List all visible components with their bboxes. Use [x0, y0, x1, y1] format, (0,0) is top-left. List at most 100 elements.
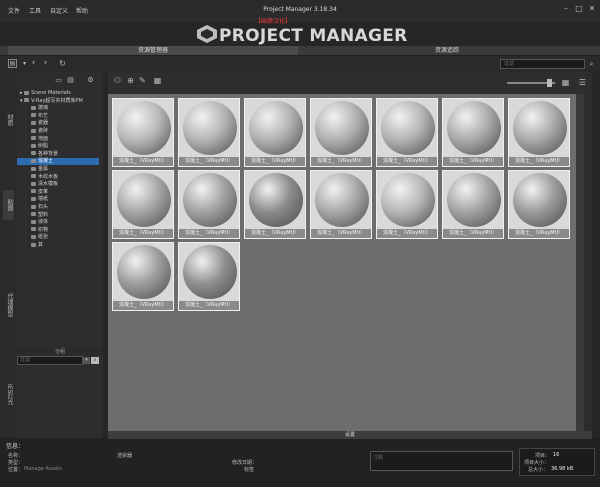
tree-item[interactable]: 地面 [17, 136, 99, 143]
tree-item[interactable]: 皮革 [17, 189, 99, 196]
menu-tools[interactable]: 工具 [29, 6, 41, 15]
tab-asset-browser[interactable]: 资源管理器 [8, 46, 298, 55]
tree-item-label: 各种背景 [38, 150, 59, 157]
layout-icon[interactable]: ▤ [66, 76, 75, 85]
assign-material-icon[interactable]: ⚇ [113, 76, 122, 85]
tree-item[interactable]: 玻璃 [17, 105, 99, 112]
stat-total-size-value: 36.98 kB [551, 466, 574, 472]
sort-menu-icon[interactable]: ☰ [578, 78, 587, 87]
search-icon[interactable]: ⌕ [587, 60, 596, 69]
edit-material-icon[interactable]: ✎ [138, 76, 147, 85]
tree-item[interactable]: 布艺 [17, 113, 99, 120]
tree-item[interactable]: 墙纸 [17, 196, 99, 203]
material-tile[interactable]: 混凝土_（VRayMtl） [178, 98, 240, 167]
tree-item[interactable]: 树脂 [17, 143, 99, 150]
settings-bar[interactable]: 设置 [108, 431, 592, 439]
tree-item-label: 清水模板 [38, 181, 59, 188]
tree-item-label: 金属 [38, 166, 49, 172]
material-tile[interactable]: 混凝土_（VRayMtl） [508, 170, 570, 239]
tree-item-label: 混凝土 [38, 158, 54, 165]
material-tile[interactable]: 混凝土_（VRayMtl） [310, 98, 372, 167]
tree-item[interactable]: 瓷砖 [17, 128, 99, 135]
material-tile[interactable]: 混凝土_（VRayMtl） [112, 242, 174, 311]
tree-item[interactable]: ▾ V-Ray超写实材质库PM [17, 98, 99, 105]
material-label: 混凝土_（VRayMtl） [311, 157, 371, 166]
tree-item-label: Scene Materials [31, 90, 71, 96]
tree-item[interactable]: 混凝土 [17, 158, 99, 166]
material-tile[interactable]: 混凝土_（VRayMtl） [508, 98, 570, 167]
grid-scrollbar[interactable] [576, 94, 584, 431]
back-arrow-icon[interactable]: ‹ [29, 59, 38, 68]
material-tile[interactable]: 混凝土_（VRayMtl） [244, 170, 306, 239]
material-tile[interactable]: 混凝土_（VRayMtl） [112, 98, 174, 167]
material-label: 混凝土_（VRayMtl） [377, 229, 437, 238]
menu-help[interactable]: 帮助 [76, 6, 88, 15]
material-preview-sphere [249, 101, 303, 155]
side-tab-maps[interactable]: 贴图 [3, 190, 14, 220]
material-preview-sphere [117, 245, 171, 299]
panel-toggle-icon[interactable]: ▤ [8, 59, 17, 68]
material-tile[interactable]: 混凝土_（VRayMtl） [442, 170, 504, 239]
search-input[interactable]: 过滤 [500, 59, 585, 69]
render-preview-icon[interactable]: ▦ [153, 76, 162, 85]
grid-view-icon[interactable]: ▦ [561, 78, 570, 87]
material-preview-sphere [381, 173, 435, 227]
tree-item[interactable]: 其 [17, 242, 99, 249]
right-collapse-strip[interactable] [592, 72, 600, 438]
side-tab-materials[interactable]: 材质 [3, 105, 14, 135]
maximize-button[interactable]: □ [574, 4, 584, 14]
menu-customize[interactable]: 自定义 [50, 6, 68, 15]
material-tile[interactable]: 混凝土_（VRayMtl） [376, 98, 438, 167]
filter-options-icon[interactable]: ▾ [83, 357, 90, 364]
material-tile[interactable]: 混凝土_（VRayMtl） [178, 242, 240, 311]
material-label: 混凝土_（VRayMtl） [179, 229, 239, 238]
material-tile[interactable]: 混凝土_（VRayMtl） [112, 170, 174, 239]
material-preview-sphere [447, 101, 501, 155]
tree-item[interactable]: 木纹木板 [17, 174, 99, 181]
info-location-label: 位置： [8, 467, 24, 473]
close-button[interactable]: ✕ [587, 4, 597, 14]
gear-icon[interactable]: ⚙ [86, 76, 95, 85]
material-label: 混凝土_（VRayMtl） [443, 229, 503, 238]
material-thumbnail-grid: 混凝土_（VRayMtl） 混凝土_（VRayMtl） 混凝土_（VRayMtl） 混… [108, 94, 576, 431]
tree-item-label: 木纹木板 [38, 173, 59, 180]
info-tag-label: 标签 [244, 467, 255, 473]
tree-item[interactable]: 瓷器 [17, 120, 99, 127]
side-tab-proxies[interactable]: 代理模型 [3, 285, 14, 325]
material-preview-sphere [381, 101, 435, 155]
forward-arrow-icon[interactable]: › [41, 59, 50, 68]
material-preview-sphere [183, 101, 237, 155]
refresh-icon[interactable]: ↻ [58, 59, 67, 68]
material-tile[interactable]: 混凝土_（VRayMtl） [244, 98, 306, 167]
material-tile[interactable]: 混凝土_（VRayMtl） [310, 170, 372, 239]
tree-item[interactable]: 织物 [17, 227, 99, 234]
tree-filter-input[interactable]: 过滤 [17, 356, 83, 365]
tree-item-label: 玻璃 [38, 105, 49, 112]
folder-icon [31, 128, 36, 133]
minimize-button[interactable]: – [561, 4, 571, 14]
new-folder-icon[interactable]: ▭ [54, 76, 63, 85]
folder-icon [31, 166, 36, 171]
side-tab-ies-lights[interactable]: IES灯光 [3, 375, 14, 415]
tree-item[interactable]: 石头 [17, 204, 99, 211]
filter-search-icon[interactable]: ⌕ [91, 357, 99, 364]
tab-asset-tracking[interactable]: 资源追踪 [302, 46, 592, 55]
menu-file[interactable]: 文件 [8, 6, 20, 15]
tree-item[interactable]: ▸ Scene Materials [17, 90, 99, 97]
thumbnail-size-slider[interactable] [507, 79, 555, 87]
material-tile[interactable]: 混凝土_（VRayMtl） [376, 170, 438, 239]
tree-item[interactable]: 金属 [17, 166, 99, 173]
tree-item[interactable]: 纸张 [17, 234, 99, 241]
tree-item[interactable]: 清水模板 [17, 181, 99, 188]
add-material-icon[interactable]: ⊕ [126, 76, 135, 85]
tree-item[interactable]: 塑料 [17, 212, 99, 219]
tree-item[interactable]: 各种背景 [17, 151, 99, 158]
material-tile[interactable]: 混凝土_（VRayMtl） [178, 170, 240, 239]
tree-item[interactable]: 液体 [17, 219, 99, 226]
material-label: 混凝土_（VRayMtl） [311, 229, 371, 238]
info-type-label: 类型： [8, 460, 24, 466]
notes-field[interactable]: 注释 [370, 451, 513, 471]
material-label: 混凝土_（VRayMtl） [113, 301, 173, 310]
material-tile[interactable]: 混凝土_（VRayMtl） [442, 98, 504, 167]
dropdown-arrow-icon[interactable]: ▾ [20, 59, 29, 68]
